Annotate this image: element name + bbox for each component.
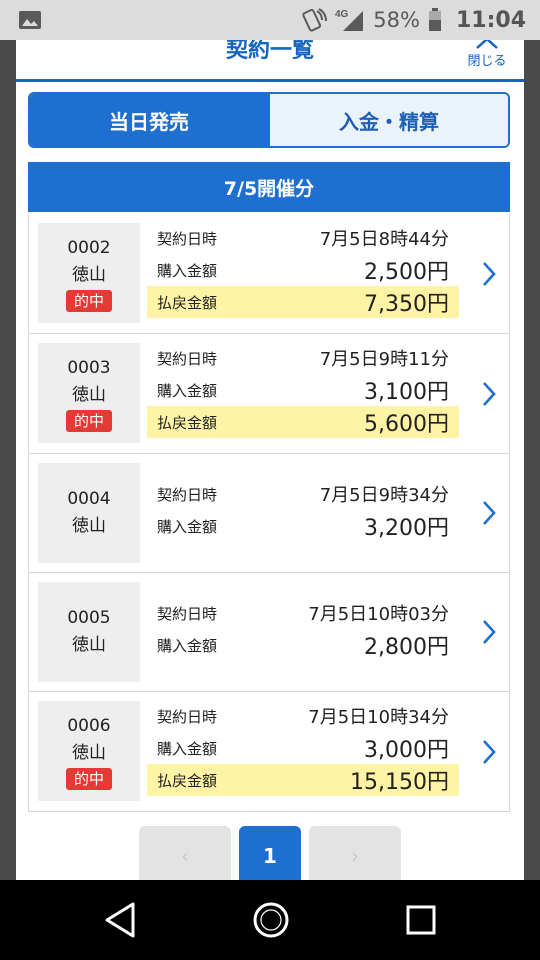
payout-amount-label: 払戻金額 <box>157 413 218 432</box>
tab-deposit-settlement[interactable]: 入金・精算 <box>268 94 508 146</box>
pagination: ‹ 1 › <box>16 826 524 880</box>
backdrop-right <box>524 40 540 880</box>
contract-datetime: 7月5日9時11分 <box>319 349 449 370</box>
contract-row[interactable]: 0004 徳山 契約日時 7月5日9時34分 購入金額 3,200円 <box>29 454 509 573</box>
navigation-bar <box>0 880 540 960</box>
tab-bar: 当日発売 入金・精算 <box>28 92 510 148</box>
race-info: 0002 徳山 的中 <box>38 223 140 323</box>
purchase-amount: 3,200円 <box>364 516 449 541</box>
purchase-amount-label: 購入金額 <box>157 261 218 280</box>
venue-name: 徳山 <box>72 264 106 285</box>
contract-row[interactable]: 0005 徳山 契約日時 7月5日10時03分 購入金額 2,800円 <box>29 573 509 692</box>
purchase-amount-label: 購入金額 <box>157 517 218 536</box>
payout-amount-label: 払戻金額 <box>157 771 218 790</box>
purchase-amount: 2,800円 <box>364 635 449 660</box>
purchase-amount-label: 購入金額 <box>157 381 218 400</box>
contract-datetime: 7月5日10時03分 <box>308 604 449 625</box>
race-info: 0004 徳山 <box>38 463 140 563</box>
back-icon[interactable] <box>103 900 137 940</box>
contract-details: 契約日時 7月5日10時03分 購入金額 2,800円 <box>147 597 459 661</box>
purchase-amount: 2,500円 <box>364 260 449 285</box>
modal-header: 契約一覧 閉じる <box>16 40 524 82</box>
contract-row[interactable]: 0002 徳山 的中 契約日時 7月5日8時44分 購入金額 2,500円 払戻金額… <box>29 214 509 334</box>
contract-details: 契約日時 7月5日9時34分 購入金額 3,200円 <box>147 478 459 542</box>
purchase-amount-label: 購入金額 <box>157 636 218 655</box>
next-page-button[interactable]: › <box>309 826 401 880</box>
chevron-right-icon[interactable] <box>479 498 499 528</box>
hit-badge: 的中 <box>65 289 112 312</box>
date-header: 7/5開催分 <box>28 162 510 212</box>
purchase-amount: 3,100円 <box>364 380 449 405</box>
contract-datetime-label: 契約日時 <box>157 349 218 368</box>
payout-amount-label: 払戻金額 <box>157 293 218 312</box>
purchase-amount-label: 購入金額 <box>157 739 218 758</box>
contract-list-modal: 契約一覧 閉じる 当日発売 入金・精算 7/5開催分 0002 徳山 的中 契約… <box>16 40 524 880</box>
gallery-icon <box>19 11 41 29</box>
race-info: 0003 徳山 的中 <box>38 343 140 443</box>
chevron-right-icon[interactable] <box>479 259 499 289</box>
clock: 11:04 <box>455 7 526 33</box>
chevron-right-icon[interactable] <box>479 379 499 409</box>
modal-title: 契約一覧 <box>225 40 314 63</box>
venue-name: 徳山 <box>72 635 106 655</box>
payout-amount: 7,350円 <box>364 292 449 317</box>
contract-list: 0002 徳山 的中 契約日時 7月5日8時44分 購入金額 2,500円 払戻金額… <box>28 214 510 812</box>
contract-id: 0004 <box>67 489 111 509</box>
race-info: 0005 徳山 <box>38 582 140 682</box>
payout-amount: 5,600円 <box>364 412 449 437</box>
tab-same-day-sale[interactable]: 当日発売 <box>30 94 268 146</box>
contract-datetime-label: 契約日時 <box>157 485 218 504</box>
contract-id: 0002 <box>67 237 111 258</box>
venue-name: 徳山 <box>72 516 106 536</box>
contract-datetime: 7月5日8時44分 <box>319 229 449 250</box>
prev-page-button[interactable]: ‹ <box>139 826 231 880</box>
contract-id: 0006 <box>67 715 111 736</box>
contract-id: 0003 <box>67 357 111 378</box>
race-info: 0006 徳山 的中 <box>38 701 140 801</box>
network-type: 4G <box>335 9 349 20</box>
close-button[interactable]: 閉じる <box>462 40 512 69</box>
page-1-button[interactable]: 1 <box>239 826 301 880</box>
contract-datetime-label: 契約日時 <box>157 229 218 248</box>
chevron-right-icon[interactable] <box>479 737 499 767</box>
contract-id: 0005 <box>67 608 111 628</box>
contract-details: 契約日時 7月5日10時34分 購入金額 3,000円 払戻金額 15,150円 <box>147 700 459 796</box>
hit-badge: 的中 <box>65 767 112 790</box>
venue-name: 徳山 <box>72 742 106 763</box>
chevron-up-icon <box>476 40 498 49</box>
contract-details: 契約日時 7月5日9時11分 購入金額 3,100円 払戻金額 5,600円 <box>147 342 459 438</box>
contract-row[interactable]: 0003 徳山 的中 契約日時 7月5日9時11分 購入金額 3,100円 払戻金額… <box>29 334 509 454</box>
payout-amount: 15,150円 <box>350 770 449 795</box>
contract-details: 契約日時 7月5日8時44分 購入金額 2,500円 払戻金額 7,350円 <box>147 222 459 318</box>
contract-datetime: 7月5日9時34分 <box>319 485 449 506</box>
close-label: 閉じる <box>467 54 507 69</box>
battery-percent: 58% <box>373 8 420 32</box>
battery-icon <box>428 8 441 31</box>
chevron-right-icon[interactable] <box>479 617 499 647</box>
recents-icon[interactable] <box>404 900 438 940</box>
hit-badge: 的中 <box>65 409 112 432</box>
purchase-amount: 3,000円 <box>364 738 449 763</box>
backdrop-left <box>0 40 16 880</box>
signal-icon: 4G <box>335 9 364 31</box>
contract-datetime: 7月5日10時34分 <box>308 707 449 728</box>
wifi-calling-icon <box>302 8 328 32</box>
status-bar: 4G 58% 11:04 <box>0 0 540 40</box>
contract-row[interactable]: 0006 徳山 的中 契約日時 7月5日10時34分 購入金額 3,000円 払戻金… <box>29 692 509 812</box>
home-icon[interactable] <box>251 900 291 940</box>
contract-datetime-label: 契約日時 <box>157 604 218 623</box>
venue-name: 徳山 <box>72 384 106 405</box>
contract-datetime-label: 契約日時 <box>157 707 218 726</box>
